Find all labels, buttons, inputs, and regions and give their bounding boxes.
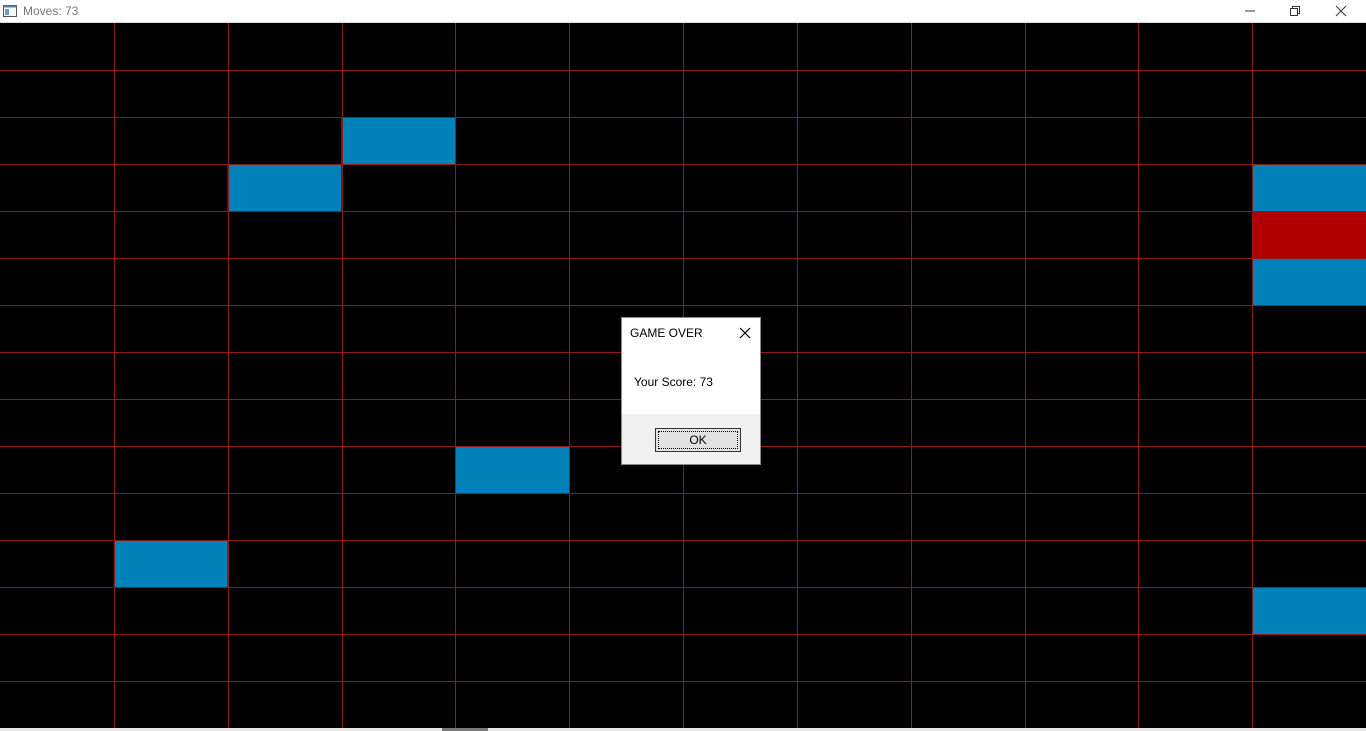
block-cell xyxy=(341,117,456,164)
block-cell xyxy=(227,164,342,211)
title-bar: Moves: 73 xyxy=(0,0,1366,23)
dialog-title: GAME OVER xyxy=(630,326,703,340)
block-cell xyxy=(455,446,570,493)
close-icon xyxy=(1335,5,1347,17)
restore-button[interactable] xyxy=(1272,0,1318,22)
minimize-button[interactable] xyxy=(1227,0,1273,22)
app-window-icon xyxy=(3,4,17,18)
ok-button[interactable]: OK xyxy=(655,428,741,452)
dialog-footer: OK xyxy=(622,414,760,464)
block-cell xyxy=(1252,587,1366,634)
restore-icon xyxy=(1290,6,1300,16)
close-icon xyxy=(739,327,751,339)
score-message: Your Score: 73 xyxy=(634,375,713,389)
minimize-icon xyxy=(1245,10,1255,12)
game-over-dialog: GAME OVER Your Score: 73 OK xyxy=(621,317,761,465)
block-cell xyxy=(113,540,228,587)
window-title: Moves: 73 xyxy=(23,4,79,18)
player-cell xyxy=(1252,211,1366,258)
close-window-button[interactable] xyxy=(1318,0,1364,22)
block-cell xyxy=(1252,164,1366,211)
dialog-close-button[interactable] xyxy=(736,324,754,342)
block-cell xyxy=(1252,258,1366,305)
